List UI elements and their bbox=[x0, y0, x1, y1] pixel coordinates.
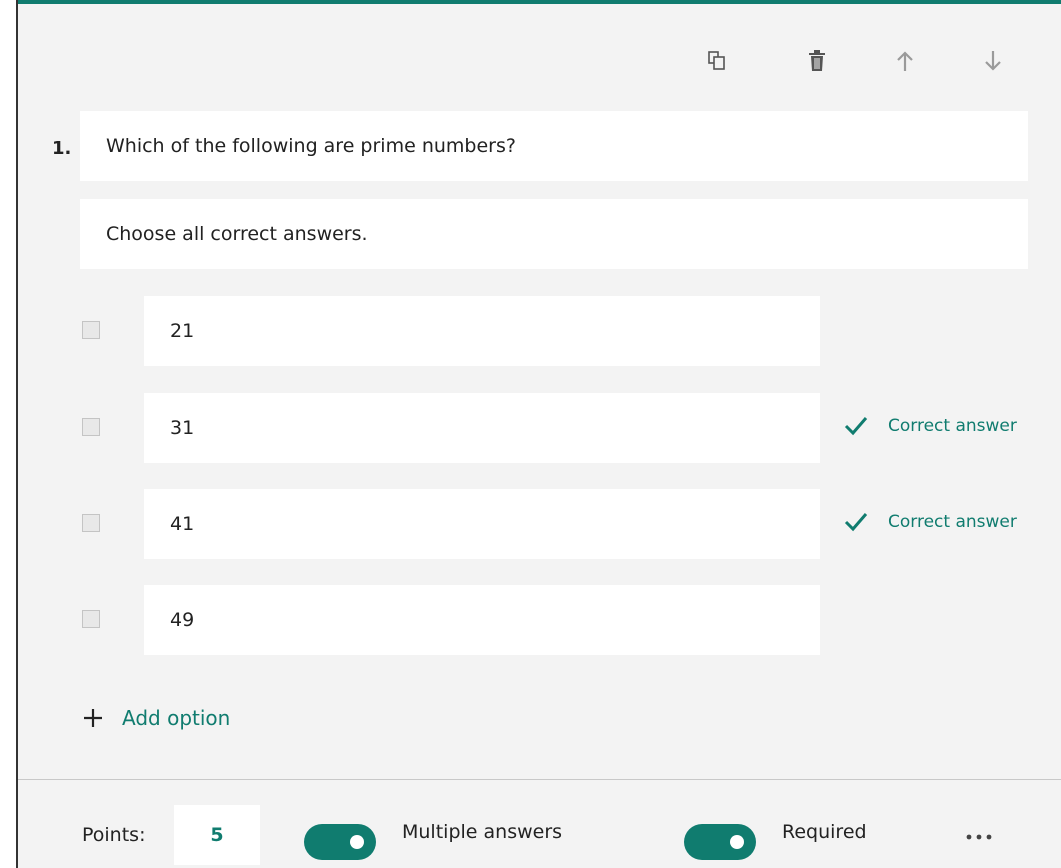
option-label: 21 bbox=[170, 320, 195, 342]
points-input[interactable] bbox=[174, 805, 260, 865]
option-field[interactable]: 49 bbox=[144, 585, 820, 655]
multiple-answers-toggle[interactable] bbox=[304, 824, 376, 860]
delete-icon bbox=[809, 50, 825, 71]
question-title: Which of the following are prime numbers… bbox=[106, 135, 516, 157]
arrow-up-icon bbox=[897, 51, 913, 71]
question-number: 1. bbox=[52, 138, 72, 159]
option-checkbox[interactable] bbox=[82, 418, 100, 436]
arrow-down-icon bbox=[985, 51, 1001, 71]
checkmark-icon bbox=[844, 513, 868, 532]
correct-answer-label: Correct answer bbox=[888, 416, 1017, 436]
add-option-label: Add option bbox=[122, 706, 231, 730]
question-subtitle: Choose all correct answers. bbox=[106, 223, 368, 245]
required-toggle[interactable] bbox=[684, 824, 756, 860]
move-up-button[interactable] bbox=[888, 44, 922, 78]
multiple-answers-label: Multiple answers bbox=[402, 821, 563, 843]
option-field[interactable]: 21 bbox=[144, 296, 820, 366]
correct-answer-label: Correct answer bbox=[888, 512, 1017, 532]
option-checkbox[interactable] bbox=[82, 610, 100, 628]
correct-answer-marker[interactable]: Correct answer bbox=[844, 512, 1017, 532]
toggle-knob bbox=[350, 835, 364, 849]
question-subtitle-field[interactable]: Choose all correct answers. bbox=[80, 199, 1028, 269]
correct-answer-marker[interactable]: Correct answer bbox=[844, 416, 1017, 436]
points-label: Points: bbox=[82, 824, 146, 846]
question-card: 1. Which of the following are prime numb… bbox=[16, 4, 1061, 868]
plus-icon bbox=[84, 709, 102, 727]
option-label: 31 bbox=[170, 417, 195, 439]
checkmark-icon bbox=[844, 417, 868, 436]
move-down-button[interactable] bbox=[976, 44, 1010, 78]
delete-button[interactable] bbox=[800, 44, 834, 78]
more-options-button[interactable] bbox=[962, 822, 996, 852]
add-option-button[interactable]: Add option bbox=[82, 706, 230, 730]
option-label: 41 bbox=[170, 513, 195, 535]
toggle-knob bbox=[730, 835, 744, 849]
required-label: Required bbox=[782, 821, 867, 843]
option-field[interactable]: 41 bbox=[144, 489, 820, 559]
question-title-field[interactable]: Which of the following are prime numbers… bbox=[80, 111, 1028, 181]
option-checkbox[interactable] bbox=[82, 514, 100, 532]
option-label: 49 bbox=[170, 609, 195, 631]
copy-icon bbox=[708, 51, 725, 70]
footer-divider bbox=[18, 779, 1061, 780]
copy-button[interactable] bbox=[700, 44, 734, 78]
option-checkbox[interactable] bbox=[82, 321, 100, 339]
more-icon bbox=[966, 834, 992, 840]
option-field[interactable]: 31 bbox=[144, 393, 820, 463]
